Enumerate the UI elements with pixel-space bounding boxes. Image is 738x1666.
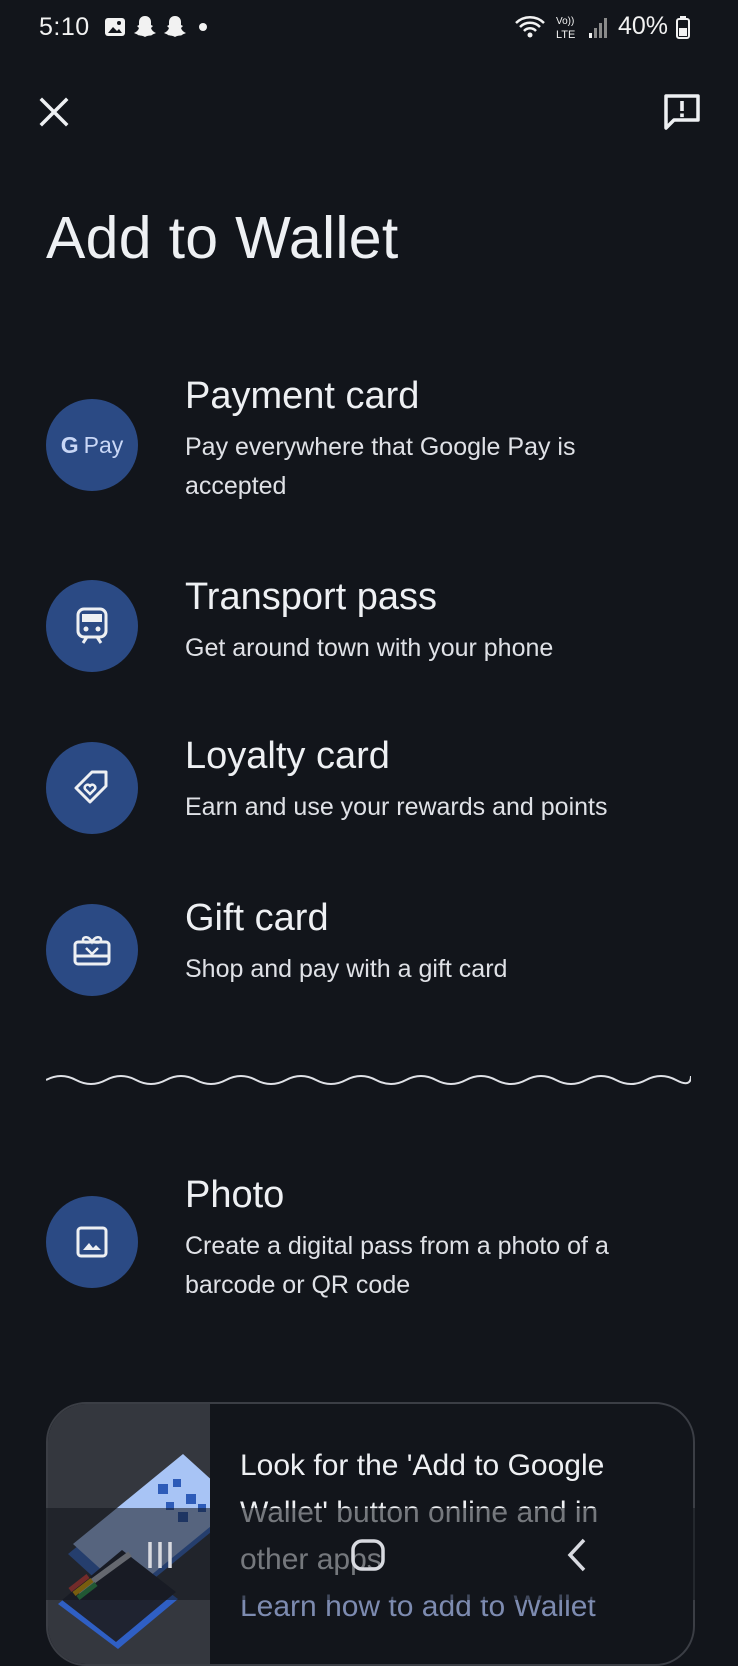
option-title: Payment card <box>185 375 420 417</box>
page-title: Add to Wallet <box>46 205 399 271</box>
status-bar: 5:10 Vo)) LTE 40% <box>0 0 738 56</box>
tag-heart-icon <box>74 770 108 804</box>
wavy-divider <box>46 1075 691 1085</box>
option-description: Create a digital pass from a photo of a … <box>185 1232 609 1299</box>
option-description: Earn and use your rewards and points <box>185 793 608 821</box>
recents-icon <box>148 1542 172 1568</box>
train-icon <box>76 607 108 644</box>
option-title: Gift card <box>185 897 329 939</box>
gift-card-icon-badge <box>46 904 138 996</box>
tag-heart-icon-badge <box>46 742 138 834</box>
image-icon-badge <box>46 1196 138 1288</box>
option-payment-card[interactable]: G Pay Payment card Pay everywhere that G… <box>0 372 738 522</box>
train-icon-badge <box>46 580 138 672</box>
option-title: Transport pass <box>185 576 438 618</box>
option-transport-pass[interactable]: Transport pass Get around town with your… <box>0 575 738 685</box>
snapchat-icon <box>134 16 156 37</box>
back-icon <box>567 1538 586 1572</box>
option-title: Photo <box>185 1174 285 1216</box>
option-description: Pay everywhere that Google Pay is accept… <box>185 433 576 500</box>
status-time: 5:10 <box>39 13 90 41</box>
navigation-bar <box>0 1508 738 1600</box>
option-photo[interactable]: Photo Create a digital pass from a photo… <box>0 1174 738 1324</box>
dot-icon <box>199 23 207 31</box>
option-title: Loyalty card <box>185 735 390 777</box>
notification-icons <box>103 14 213 40</box>
back-button[interactable] <box>560 1538 594 1577</box>
option-loyalty-card[interactable]: Loyalty card Earn and use your rewards a… <box>0 735 738 845</box>
gallery-icon <box>105 18 125 36</box>
image-icon <box>76 1226 108 1258</box>
lte-icon: Vo)) LTE <box>556 16 575 41</box>
google-pay-icon: G Pay <box>46 399 138 491</box>
close-button[interactable] <box>28 86 80 138</box>
home-icon <box>351 1539 385 1571</box>
close-icon <box>39 97 69 127</box>
battery-level: 40% <box>617 12 668 40</box>
recents-button[interactable] <box>140 1538 180 1577</box>
google-pay-logo: G Pay <box>60 431 124 458</box>
gift-card-icon <box>73 936 111 966</box>
feedback-button[interactable] <box>656 86 708 138</box>
battery-icon <box>676 15 690 39</box>
svg-text:LTE: LTE <box>556 29 575 41</box>
feedback-icon <box>664 94 700 130</box>
home-button[interactable] <box>348 1538 388 1577</box>
status-right: Vo)) LTE 40% <box>514 12 690 41</box>
snapchat-icon <box>164 16 186 37</box>
svg-text:Vo)): Vo)) <box>556 16 574 27</box>
option-description: Shop and pay with a gift card <box>185 955 508 983</box>
option-gift-card[interactable]: Gift card Shop and pay with a gift card <box>0 897 738 1007</box>
signal-icon <box>588 17 607 38</box>
wifi-icon <box>515 15 545 37</box>
option-description: Get around town with your phone <box>185 634 554 662</box>
